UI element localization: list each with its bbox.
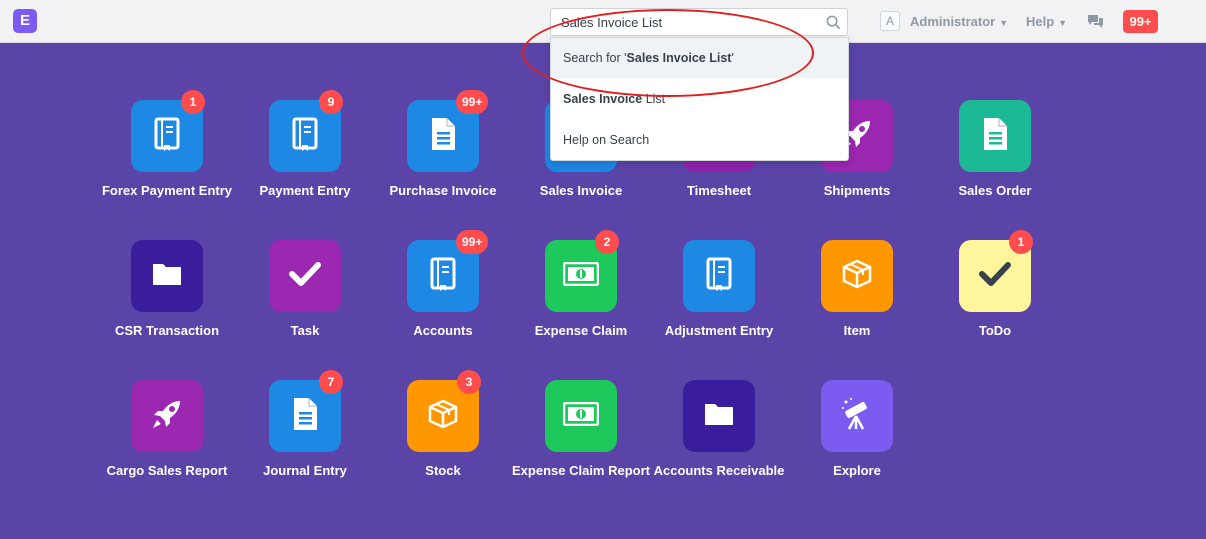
notification-count-badge: 1 xyxy=(181,90,205,114)
avatar[interactable]: A xyxy=(880,11,900,31)
book-icon xyxy=(291,117,319,156)
module-journal-entry[interactable]: 7 Journal Entry xyxy=(235,370,375,500)
module-label: ToDo xyxy=(978,323,1012,338)
module-task[interactable]: Task xyxy=(235,240,375,360)
user-menu-label: Administrator xyxy=(910,14,996,29)
module-tile[interactable] xyxy=(821,240,893,312)
folder-icon xyxy=(152,261,182,292)
suggestion-prefix: Search for ' xyxy=(563,51,627,65)
search-input[interactable]: Sales Invoice List xyxy=(550,8,848,36)
search-dropdown: Search for 'Sales Invoice List' Sales In… xyxy=(550,37,849,161)
suggestion-bold: Sales Invoice List xyxy=(626,51,732,65)
notification-count-badge: 1 xyxy=(1009,230,1033,254)
telescope-icon xyxy=(839,396,875,437)
module-payment-entry[interactable]: 9 Payment Entry xyxy=(235,90,375,220)
help-menu[interactable]: Help ▼ xyxy=(1026,14,1067,29)
module-label: Sales Order xyxy=(958,183,1032,198)
module-tile[interactable] xyxy=(545,380,617,452)
module-cargo-sales-report[interactable]: Cargo Sales Report xyxy=(97,380,237,500)
module-tile[interactable] xyxy=(959,100,1031,172)
chat-icon[interactable] xyxy=(1087,14,1104,34)
module-label: Timesheet xyxy=(686,183,752,198)
module-adjustment-entry[interactable]: Adjustment Entry xyxy=(649,240,789,360)
box-icon xyxy=(841,258,873,295)
module-label: Accounts Receivable xyxy=(653,463,785,478)
module-accounts-receivable[interactable]: Accounts Receivable xyxy=(649,380,789,500)
chevron-down-icon: ▼ xyxy=(1058,18,1068,28)
module-label: Shipments xyxy=(823,183,891,198)
search-input-value[interactable]: Sales Invoice List xyxy=(561,15,662,30)
app-logo[interactable]: E xyxy=(13,9,37,33)
module-tile[interactable] xyxy=(131,240,203,312)
module-tile[interactable] xyxy=(269,240,341,312)
document-icon xyxy=(291,397,319,436)
money-icon xyxy=(562,261,600,291)
module-label: Explore xyxy=(833,463,881,478)
user-menu[interactable]: Administrator ▼ xyxy=(910,14,1008,29)
module-label: Task xyxy=(290,323,320,338)
module-label: Payment Entry xyxy=(259,183,351,198)
module-label: Expense Claim xyxy=(534,323,628,338)
module-label: Stock xyxy=(425,463,461,478)
check-icon xyxy=(289,261,321,292)
rocket-icon xyxy=(150,397,184,436)
module-tile[interactable] xyxy=(131,380,203,452)
book-icon xyxy=(705,257,733,296)
module-stock[interactable]: 3 Stock xyxy=(373,370,513,500)
module-label: Sales Invoice xyxy=(539,183,623,198)
search-suggestion-help[interactable]: Help on Search xyxy=(551,120,848,160)
chevron-down-icon: ▼ xyxy=(999,18,1009,28)
notification-count-badge: 2 xyxy=(595,230,619,254)
book-icon xyxy=(429,257,457,296)
module-expense-claim-report[interactable]: Expense Claim Report xyxy=(511,380,651,500)
folder-icon xyxy=(704,401,734,432)
module-label: Item xyxy=(843,323,871,338)
module-label: Expense Claim Report xyxy=(512,463,650,478)
module-tile[interactable] xyxy=(821,380,893,452)
module-expense-claim[interactable]: 2 Expense Claim xyxy=(511,230,651,360)
box-icon xyxy=(427,398,459,435)
suggestion-bold: Sales Invoice xyxy=(563,92,643,106)
module-purchase-invoice[interactable]: 99+ Purchase Invoice xyxy=(373,90,513,220)
module-label: Forex Payment Entry xyxy=(101,183,233,198)
search-icon[interactable] xyxy=(826,15,841,35)
book-icon xyxy=(153,117,181,156)
check-icon xyxy=(979,261,1011,292)
document-icon xyxy=(429,117,457,156)
module-forex-payment-entry[interactable]: 1 Forex Payment Entry xyxy=(97,90,237,220)
suggestion-help-label: Help on Search xyxy=(563,133,650,147)
notification-count-badge: 3 xyxy=(457,370,481,394)
module-item[interactable]: Item xyxy=(787,240,927,360)
notification-count-badge: 9 xyxy=(319,90,343,114)
module-sales-order[interactable]: Sales Order xyxy=(925,100,1065,220)
help-menu-label: Help xyxy=(1026,14,1055,29)
search-suggestion-list[interactable]: Sales Invoice List xyxy=(551,79,848,119)
notification-count-badge: 7 xyxy=(319,370,343,394)
module-tile[interactable] xyxy=(683,240,755,312)
module-label: Purchase Invoice xyxy=(389,183,497,198)
module-label: Journal Entry xyxy=(263,463,347,478)
module-csr-transaction[interactable]: CSR Transaction xyxy=(97,240,237,360)
module-tile[interactable] xyxy=(683,380,755,452)
search-suggestion-search-for[interactable]: Search for 'Sales Invoice List' xyxy=(551,38,848,78)
module-label: Adjustment Entry xyxy=(664,323,774,338)
money-icon xyxy=(562,401,600,431)
module-label: Accounts xyxy=(413,323,473,338)
notification-count-badge: 99+ xyxy=(456,230,489,254)
suggestion-suffix: ' xyxy=(731,51,734,65)
module-accounts[interactable]: 99+ Accounts xyxy=(373,230,513,360)
module-explore[interactable]: Explore xyxy=(787,380,927,500)
module-todo[interactable]: 1 ToDo xyxy=(925,230,1065,360)
notification-badge[interactable]: 99+ xyxy=(1123,10,1158,33)
document-icon xyxy=(981,117,1009,156)
notification-count-badge: 99+ xyxy=(456,90,489,114)
module-label: CSR Transaction xyxy=(114,323,220,338)
suggestion-rest: List xyxy=(642,92,666,106)
module-label: Cargo Sales Report xyxy=(106,463,228,478)
